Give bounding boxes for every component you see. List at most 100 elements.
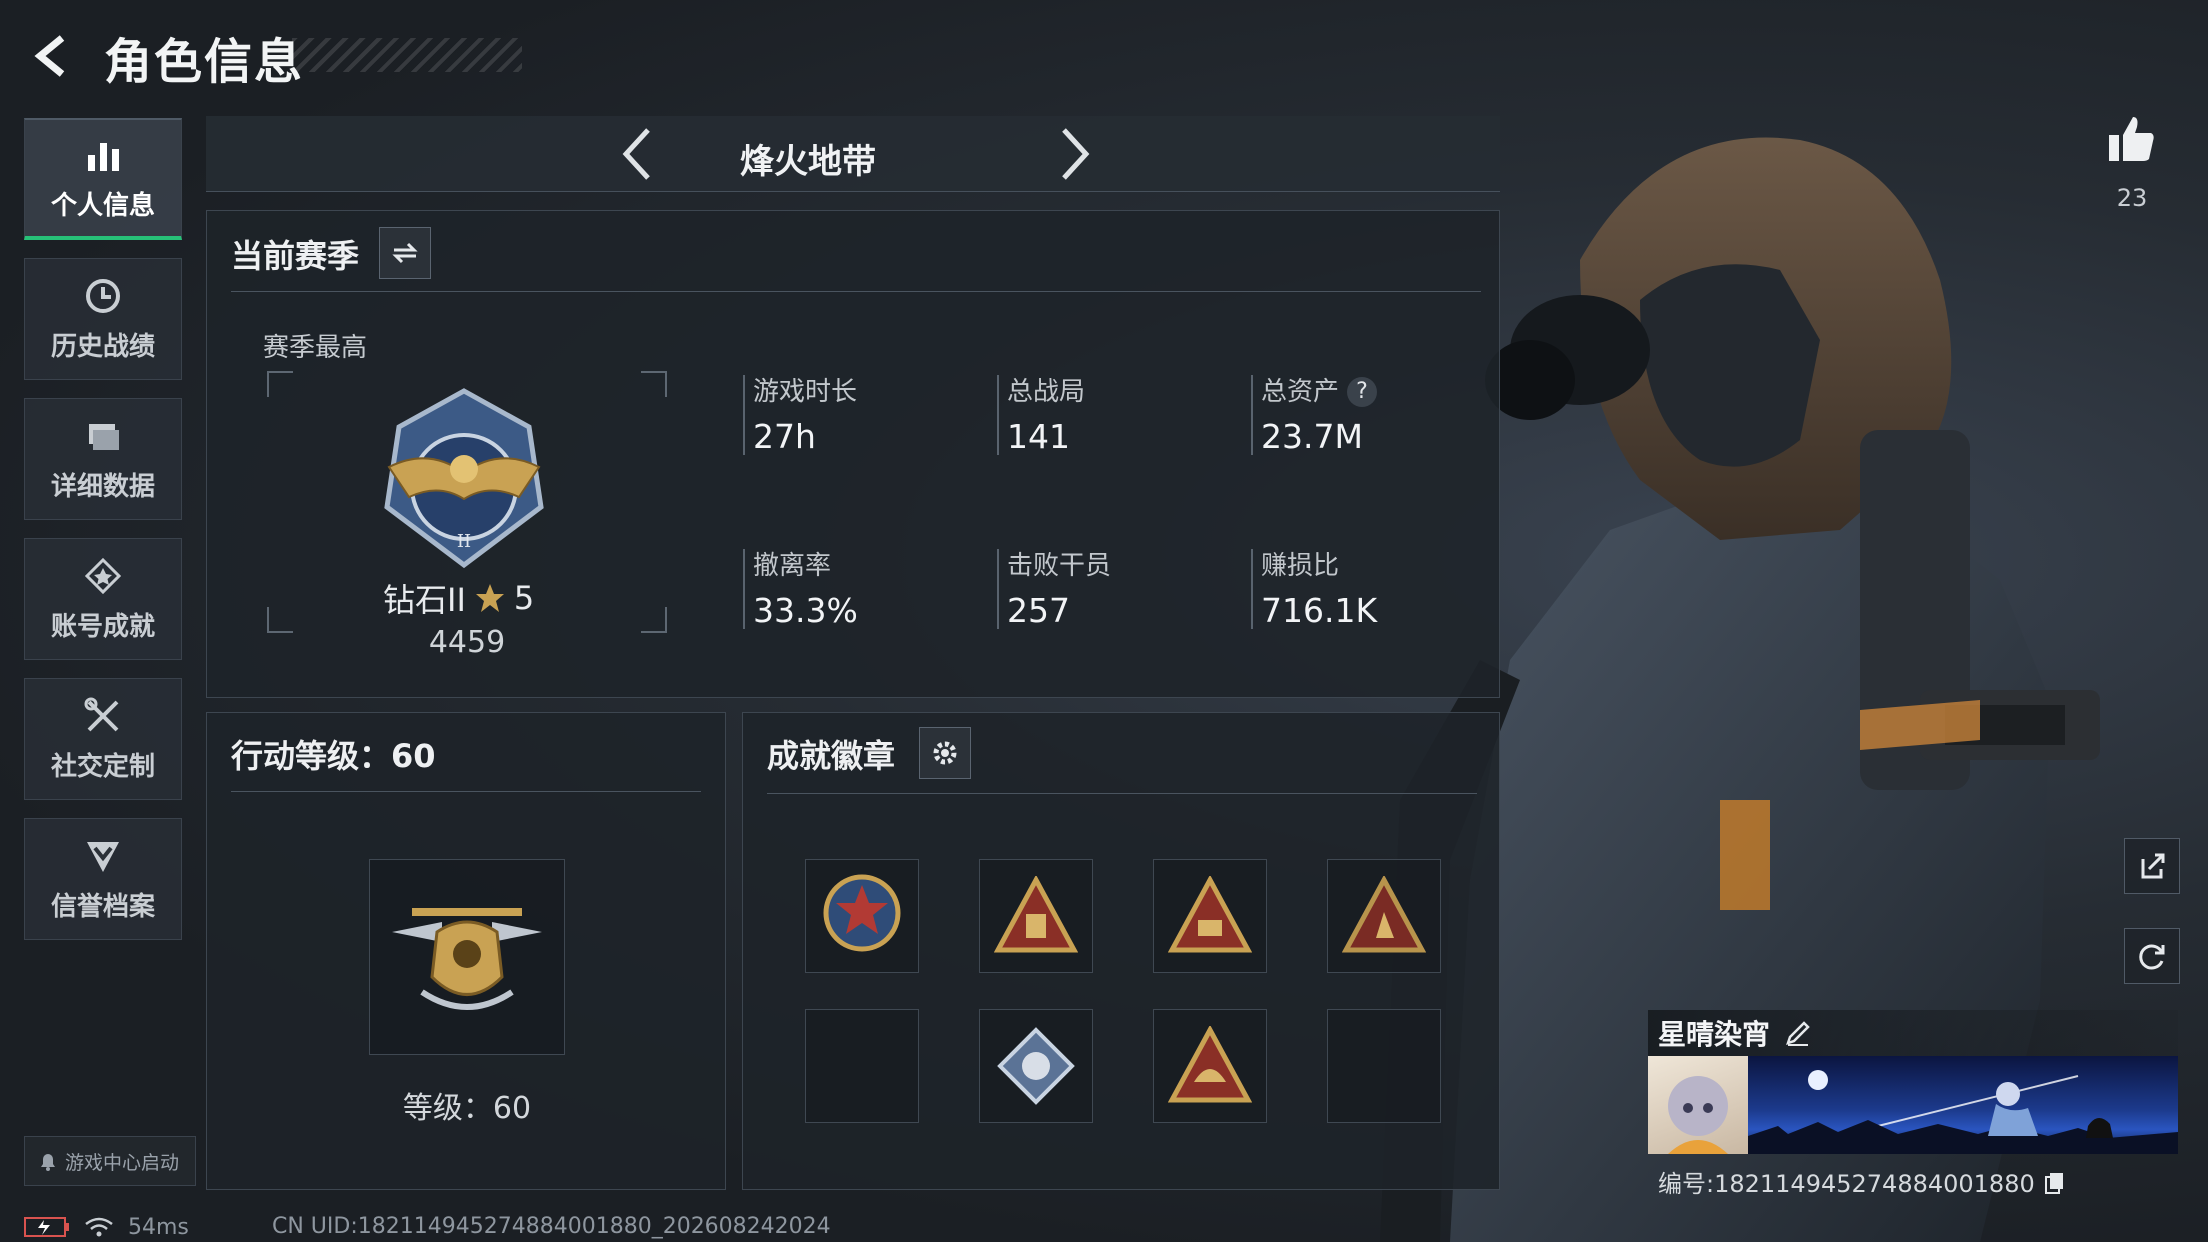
game-center-launch-tag: 游戏中心启动 <box>24 1136 196 1186</box>
season-switch-button[interactable] <box>379 227 431 279</box>
nav-label: 账号成就 <box>50 611 155 642</box>
status-bar: 54ms <box>24 1212 189 1242</box>
bell-icon <box>41 1154 55 1171</box>
nav-item-detailed-data[interactable]: 详细数据 <box>24 398 182 520</box>
badge-slot[interactable] <box>1153 1009 1267 1123</box>
ping-text: 54ms <box>128 1214 189 1240</box>
nav-label: 信誉档案 <box>50 891 155 922</box>
triangle-badge-icon <box>1342 876 1426 953</box>
header: 角色信息 <box>0 0 700 110</box>
star-medal-icon <box>823 874 901 952</box>
rank-stars: 5 <box>513 579 535 617</box>
achievement-star-icon <box>83 556 123 596</box>
wifi-icon <box>85 1217 113 1237</box>
mode-selector: 烽火地带 <box>206 116 1500 192</box>
thumbs-up-icon <box>2109 117 2154 161</box>
back-arrow-icon <box>34 35 65 77</box>
rank-name-row: 钻石II 5 <box>383 575 534 621</box>
shield-chevron-icon <box>83 836 123 876</box>
badge-slot[interactable] <box>979 1009 1093 1123</box>
avatar[interactable] <box>1648 1056 1748 1154</box>
current-season-panel: 当前赛季 赛季最高 II 钻石II 5 4459 游戏时长 27h 总战局 14… <box>206 210 1500 698</box>
badge-slot[interactable] <box>979 859 1093 973</box>
share-button[interactable] <box>2124 838 2180 894</box>
nav-label: 详细数据 <box>50 471 155 502</box>
stat-label: 赚损比 <box>1261 551 1340 581</box>
nav-label: 历史战绩 <box>50 331 155 362</box>
nav-item-social-custom[interactable]: 社交定制 <box>24 678 182 800</box>
diamond-badge-icon <box>997 1027 1075 1105</box>
history-clock-icon <box>83 276 123 316</box>
triangle-badge-icon <box>1168 1026 1252 1103</box>
player-id-row: 编号:18211494527488400188​0 <box>1658 1164 2067 1199</box>
season-best-label: 赛季最高 <box>263 333 368 363</box>
gear-icon <box>933 741 957 765</box>
nav-label: 社交定制 <box>50 751 155 782</box>
player-id: 编号:18211494527488400188​0 <box>1658 1170 2035 1198</box>
level-emblem <box>369 859 565 1055</box>
stat-value: 716.1K <box>1261 591 1378 630</box>
badge-slot[interactable] <box>1153 859 1267 973</box>
stat-value: 33.3% <box>753 591 858 630</box>
stat-value: 27h <box>753 417 816 456</box>
svg-text:II: II <box>457 531 471 552</box>
player-banner <box>1748 1056 2178 1154</box>
nav-item-achievements[interactable]: 账号成就 <box>24 538 182 660</box>
battery-icon <box>24 1217 69 1237</box>
nav-item-history[interactable]: 历史战绩 <box>24 258 182 380</box>
season-title: 当前赛季 <box>231 237 360 275</box>
help-icon[interactable]: ? <box>1347 376 1378 407</box>
stat-label: 击败干员 <box>1007 551 1112 581</box>
stat-label: 总资产 <box>1261 377 1340 407</box>
edit-pencil-icon[interactable] <box>1784 1019 1812 1047</box>
player-card[interactable] <box>1648 1056 2178 1154</box>
rank-score: 4459 <box>428 625 506 660</box>
badges-title: 成就徽章 <box>767 737 896 775</box>
swap-icon <box>392 242 418 264</box>
nav-item-credit-record[interactable]: 信誉档案 <box>24 818 182 940</box>
badge-settings-button[interactable] <box>919 727 971 779</box>
like-button[interactable] <box>2104 112 2160 168</box>
badge-slot[interactable] <box>805 859 919 973</box>
badge-slot-empty[interactable] <box>1327 1009 1441 1123</box>
divider <box>231 291 1481 292</box>
stat-value: 141 <box>1007 417 1070 456</box>
action-level-panel: 行动等级：60 等级：60 <box>206 712 726 1190</box>
tools-icon <box>83 696 123 736</box>
stat-label: 总战局 <box>1007 377 1086 407</box>
player-name: 星晴染宵 <box>1658 1018 1771 1051</box>
bar-chart-icon <box>83 135 123 175</box>
back-button[interactable] <box>24 28 80 84</box>
folder-icon <box>83 416 123 456</box>
title-decoration <box>292 38 522 72</box>
divider <box>767 793 1477 794</box>
chevron-right-icon <box>1062 128 1090 180</box>
copy-icon[interactable] <box>2043 1170 2067 1194</box>
level-text: 等级：60 <box>402 1091 532 1126</box>
stat-value: 23.7M <box>1261 417 1363 456</box>
refresh-button[interactable] <box>2124 928 2180 984</box>
stat-label: 游戏时长 <box>753 377 858 407</box>
nav-label: 个人信息 <box>50 190 155 221</box>
divider <box>231 791 701 792</box>
achievement-badges-panel: 成就徽章 <box>742 712 1500 1190</box>
badge-slot[interactable] <box>1327 859 1441 973</box>
next-mode-button[interactable] <box>1044 124 1104 184</box>
uid-text: CN UID:18211494527488400188​0_2026082420… <box>272 1214 831 1239</box>
launch-label: 游戏中心启动 <box>65 1151 180 1174</box>
helicopter-emblem-icon <box>392 908 542 1010</box>
triangle-badge-icon <box>1168 876 1252 953</box>
triangle-badge-icon <box>994 876 1078 953</box>
stat-label: 撤离率 <box>753 551 832 581</box>
rank-emblem-icon: II <box>384 388 544 569</box>
page-title: 角色信息 <box>104 34 305 90</box>
refresh-icon <box>2139 944 2165 970</box>
mode-title: 烽火地带 <box>740 142 876 182</box>
badge-slot-empty[interactable] <box>805 1009 919 1123</box>
action-level-title: 行动等级：60 <box>231 737 436 775</box>
rank-name: 钻石II <box>383 581 466 619</box>
like-count: 23 <box>2116 184 2148 212</box>
stat-value: 257 <box>1007 591 1070 630</box>
share-icon <box>2141 853 2165 879</box>
nav-item-personal-info[interactable]: 个人信息 <box>24 118 182 240</box>
